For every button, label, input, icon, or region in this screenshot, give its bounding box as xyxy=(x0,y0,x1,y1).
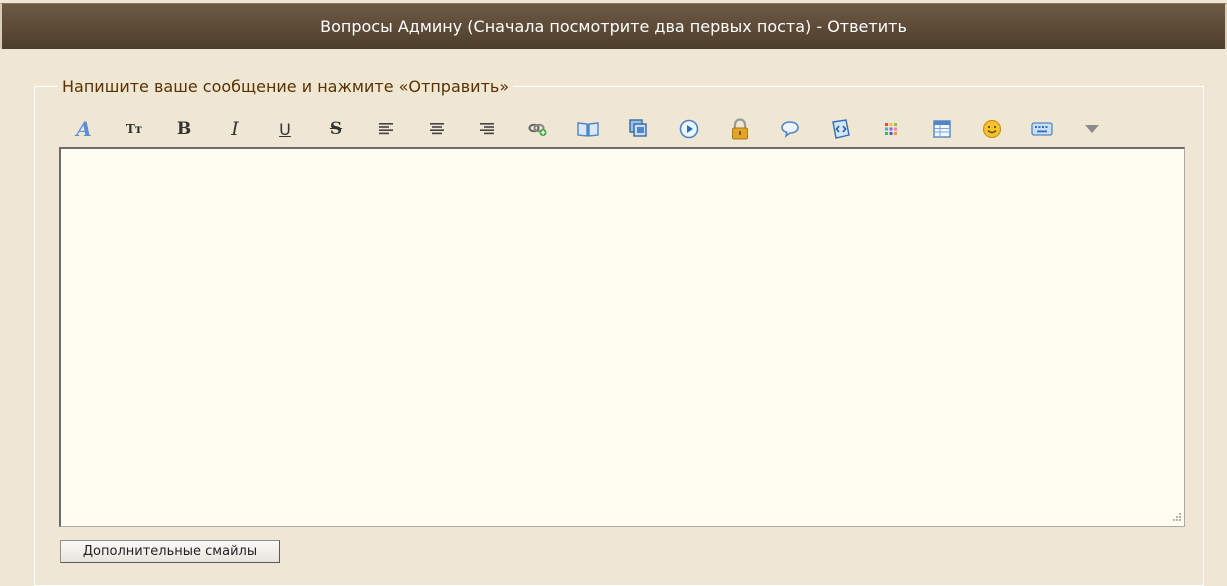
table-button[interactable] xyxy=(929,116,955,142)
editor-toolbar: A Tт B I U S xyxy=(60,116,1184,144)
gallery-icon xyxy=(629,119,647,137)
align-left-button[interactable] xyxy=(373,116,399,142)
color-button[interactable] xyxy=(878,116,904,142)
insert-link-button[interactable] xyxy=(525,116,551,142)
resize-grip-icon[interactable] xyxy=(1170,511,1182,523)
align-right-icon xyxy=(480,123,494,135)
form-legend: Напишите ваше сообщение и нажмите «Отпра… xyxy=(58,76,514,98)
insert-image-button[interactable] xyxy=(575,116,601,142)
book-icon xyxy=(577,122,599,137)
more-smilies-button[interactable]: Дополнительные смайлы xyxy=(60,540,280,563)
code-icon xyxy=(832,119,850,139)
font-face-button[interactable]: A xyxy=(71,116,97,142)
underline-button[interactable]: U xyxy=(272,116,298,142)
font-size-button[interactable]: Tт xyxy=(121,116,147,142)
italic-icon: I xyxy=(231,118,239,140)
strikethrough-icon: S xyxy=(329,119,343,139)
align-center-button[interactable] xyxy=(424,116,450,142)
quote-button[interactable] xyxy=(777,116,803,142)
page-header: Вопросы Админу (Сначала посмотрите два п… xyxy=(0,3,1227,49)
play-icon xyxy=(679,119,699,139)
link-icon xyxy=(528,123,547,136)
lock-icon xyxy=(732,118,748,140)
bold-icon: B xyxy=(176,119,192,139)
smilies-button[interactable] xyxy=(979,116,1005,142)
smiley-icon xyxy=(982,119,1002,139)
bold-button[interactable]: B xyxy=(171,116,197,142)
font-size-icon: Tт xyxy=(125,122,143,136)
font-face-icon: A xyxy=(76,117,92,141)
keyboard-button[interactable] xyxy=(1029,116,1055,142)
color-palette-icon xyxy=(885,123,897,135)
align-right-button[interactable] xyxy=(474,116,500,142)
message-textarea[interactable] xyxy=(59,147,1185,527)
italic-button[interactable]: I xyxy=(222,116,248,142)
page-title: Вопросы Админу (Сначала посмотрите два п… xyxy=(320,17,907,36)
more-tools-button[interactable] xyxy=(1079,116,1105,142)
strikethrough-button[interactable]: S xyxy=(323,116,349,142)
underline-icon: U xyxy=(279,119,291,139)
speech-bubble-icon xyxy=(781,121,799,138)
keyboard-icon xyxy=(1031,122,1053,136)
chevron-down-icon xyxy=(1085,125,1099,133)
hide-text-button[interactable] xyxy=(727,116,753,142)
insert-video-button[interactable] xyxy=(676,116,702,142)
align-center-icon xyxy=(430,123,444,135)
align-left-icon xyxy=(379,123,393,135)
table-icon xyxy=(933,120,951,138)
insert-gallery-button[interactable] xyxy=(626,116,652,142)
code-button[interactable] xyxy=(828,116,854,142)
